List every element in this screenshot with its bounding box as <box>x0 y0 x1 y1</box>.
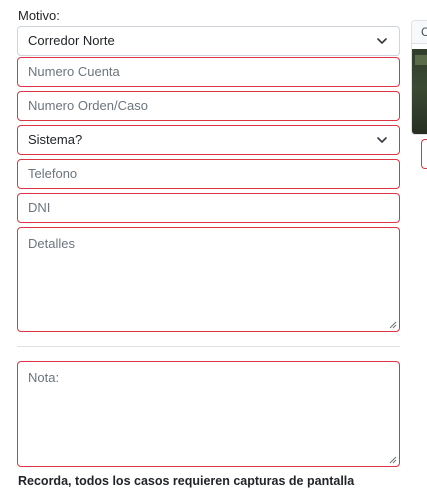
resize-grip-icon[interactable] <box>389 321 397 329</box>
numero-orden-input[interactable]: Numero Orden/Caso <box>17 91 400 121</box>
numero-orden-placeholder: Numero Orden/Caso <box>28 98 148 113</box>
detalles-textarea[interactable]: Detalles <box>17 227 400 332</box>
chevron-down-icon <box>377 38 387 44</box>
screenshot-reminder: Recorda, todos los casos requieren captu… <box>18 474 355 488</box>
numero-cuenta-placeholder: Numero Cuenta <box>28 64 120 79</box>
telefono-placeholder: Telefono <box>28 166 78 181</box>
side-card-header: C <box>412 21 427 44</box>
dni-placeholder: DNI <box>28 200 51 215</box>
sistema-select-value: Sistema? <box>28 132 83 147</box>
detalles-placeholder: Detalles <box>28 236 75 251</box>
dni-input[interactable]: DNI <box>17 193 400 223</box>
side-input[interactable] <box>421 139 427 169</box>
chevron-down-icon <box>377 137 387 143</box>
side-card-image <box>412 49 427 134</box>
divider <box>17 346 400 347</box>
sistema-select[interactable]: Sistema? <box>17 125 400 155</box>
nota-textarea[interactable]: Nota: <box>17 361 400 467</box>
nota-placeholder: Nota: <box>28 370 60 385</box>
numero-cuenta-input[interactable]: Numero Cuenta <box>17 57 400 87</box>
side-card: C <box>411 20 427 135</box>
motivo-select-value: Corredor Norte <box>28 33 115 48</box>
motivo-select[interactable]: Corredor Norte <box>17 26 400 56</box>
resize-grip-icon[interactable] <box>389 456 397 464</box>
telefono-input[interactable]: Telefono <box>17 159 400 189</box>
motivo-label: Motivo: <box>18 8 60 23</box>
